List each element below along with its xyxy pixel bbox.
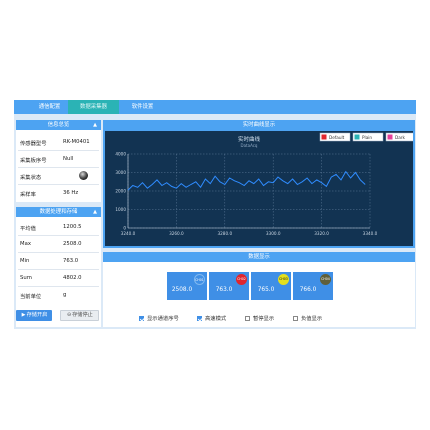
x-tick-label: 3280.0 bbox=[217, 231, 232, 236]
divider bbox=[18, 269, 99, 270]
start-storage-label: 存储开启 bbox=[26, 312, 48, 318]
checkbox-label: 负值显示 bbox=[301, 316, 323, 322]
theme-swatch-icon bbox=[321, 134, 327, 140]
high-speed-mode-checkbox[interactable]: 高速模式 bbox=[197, 314, 226, 322]
channel-badge: CH04 bbox=[320, 274, 331, 285]
tab-bar: 通信配置 数据采集器 软件设置 bbox=[14, 100, 416, 114]
app-window: 通信配置 数据采集器 软件设置 信息总览 ▲ 传感器型号 RK-M0401 采集… bbox=[14, 100, 417, 329]
divider bbox=[18, 184, 99, 185]
tab-data-collector[interactable]: 数据采集器 bbox=[68, 100, 119, 114]
x-tick-label: 3320.0 bbox=[314, 231, 329, 236]
tab-software-settings[interactable]: 软件设置 bbox=[117, 100, 168, 114]
divider bbox=[18, 167, 99, 168]
max-value: 2508.0 bbox=[63, 241, 82, 247]
divider bbox=[18, 235, 99, 236]
theme-swatch-icon bbox=[354, 134, 360, 140]
data-series-line bbox=[127, 170, 366, 191]
checkbox-icon[interactable] bbox=[293, 316, 298, 321]
average-label: 平均值 bbox=[20, 226, 36, 232]
checkbox-label: 显示通道序号 bbox=[147, 316, 179, 322]
start-storage-button[interactable]: ▶存储开启 bbox=[16, 310, 52, 321]
data-panel-header[interactable]: 数据处理和存储 ▲ bbox=[16, 207, 101, 217]
negative-display-checkbox[interactable]: 负值显示 bbox=[293, 314, 322, 322]
line-chart: 实时曲线DataAcq Default Plain Dark 0 1000 2000 3000… bbox=[115, 132, 417, 236]
data-panel-title: 数据处理和存储 bbox=[39, 209, 78, 215]
chart-title: 实时曲线 bbox=[238, 135, 261, 143]
stop-storage-label: 存储停止 bbox=[72, 312, 93, 318]
data-processing-panel: 数据处理和存储 ▲ 平均值 1200.5 Max 2508.0 Min 763.… bbox=[16, 207, 101, 327]
divider bbox=[18, 252, 99, 253]
checkbox-icon[interactable] bbox=[245, 316, 250, 321]
divider bbox=[18, 286, 99, 287]
sum-label: Sum bbox=[20, 275, 32, 281]
checkbox-checked-icon[interactable] bbox=[197, 316, 202, 321]
theme-button-label: Dark bbox=[395, 135, 406, 140]
sample-rate-label: 采样率 bbox=[20, 192, 36, 198]
theme-button-label: Plain bbox=[362, 135, 372, 140]
sample-rate-value: 36 Hz bbox=[63, 190, 79, 196]
board-serial-value: Null bbox=[63, 156, 74, 162]
x-tick-label: 3340.0 bbox=[363, 231, 378, 236]
sum-value: 4802.0 bbox=[63, 275, 82, 281]
checkbox-checked-icon[interactable] bbox=[139, 316, 144, 321]
min-label: Min bbox=[20, 258, 30, 264]
divider bbox=[18, 150, 99, 151]
channel-card-ch02: CH02 763.0 bbox=[209, 272, 249, 300]
sensor-model-value: RK-M0401 bbox=[63, 139, 90, 145]
x-tick-label: 3260.0 bbox=[169, 231, 184, 236]
info-panel-title: 信息总览 bbox=[47, 122, 70, 128]
channel-card-ch03: CH03 765.0 bbox=[251, 272, 291, 300]
theme-swatch-icon bbox=[387, 134, 393, 140]
min-value: 763.0 bbox=[63, 258, 79, 264]
channel-badge: CH02 bbox=[236, 274, 247, 285]
chart-panel-header: 实时曲线显示 bbox=[103, 120, 415, 130]
checkbox-label: 高速模式 bbox=[205, 316, 227, 322]
channel-card-ch01: CH01 2508.0 bbox=[167, 272, 207, 300]
y-tick-label: 2000 bbox=[115, 189, 126, 194]
realtime-chart-panel: 实时曲线显示 实时曲线 DataAcq Default Plain Dark 0 1000 2… bbox=[103, 120, 417, 248]
checkbox-label: 暂停显示 bbox=[253, 316, 275, 322]
y-tick-label: 1000 bbox=[115, 207, 126, 212]
chart-area: 实时曲线 DataAcq Default Plain Dark 0 1000 2000 3000… bbox=[105, 131, 417, 246]
collapse-icon[interactable]: ▲ bbox=[93, 207, 97, 217]
x-tick-label: 3240.0 bbox=[121, 231, 136, 236]
channel-value: 765.0 bbox=[257, 287, 275, 293]
show-channel-index-checkbox[interactable]: 显示通道序号 bbox=[139, 314, 179, 322]
sensor-model-label: 传感器型号 bbox=[20, 141, 47, 147]
board-serial-label: 采集板序号 bbox=[20, 158, 47, 164]
y-tick-label: 0 bbox=[123, 226, 126, 231]
theme-button-label: Default bbox=[329, 135, 345, 140]
info-panel-header[interactable]: 信息总览 ▲ bbox=[16, 120, 101, 130]
channel-badge: CH03 bbox=[278, 274, 289, 285]
acq-status-label: 采集状态 bbox=[20, 175, 42, 181]
chart-subtitle: DataAcq bbox=[241, 143, 258, 148]
y-tick-label: 4000 bbox=[115, 152, 126, 157]
acq-status-indicator-icon bbox=[79, 171, 88, 180]
channel-value: 2508.0 bbox=[171, 287, 193, 293]
channel-badge: CH01 bbox=[194, 274, 205, 285]
unit-value: g bbox=[63, 292, 67, 298]
data-display-header: 数据显示 bbox=[103, 252, 415, 262]
collapse-icon[interactable]: ▲ bbox=[93, 120, 97, 130]
channel-value: 763.0 bbox=[215, 287, 233, 293]
average-value: 1200.5 bbox=[63, 224, 82, 230]
max-label: Max bbox=[20, 241, 31, 247]
x-tick-label: 3300.0 bbox=[266, 231, 281, 236]
channel-card-ch04: CH04 766.0 bbox=[293, 272, 333, 300]
info-panel: 信息总览 ▲ 传感器型号 RK-M0401 采集板序号 Null 采集状态 采样… bbox=[16, 120, 101, 202]
data-display-panel: 数据显示 CH01 2508.0 CH02 763.0 CH03 765.0 C… bbox=[103, 252, 415, 327]
channel-value: 766.0 bbox=[299, 287, 317, 293]
stop-storage-button[interactable]: ⊖存储停止 bbox=[60, 310, 99, 321]
y-tick-label: 3000 bbox=[115, 170, 126, 175]
unit-label: 当前单位 bbox=[20, 294, 42, 300]
pause-display-checkbox[interactable]: 暂停显示 bbox=[245, 314, 274, 322]
